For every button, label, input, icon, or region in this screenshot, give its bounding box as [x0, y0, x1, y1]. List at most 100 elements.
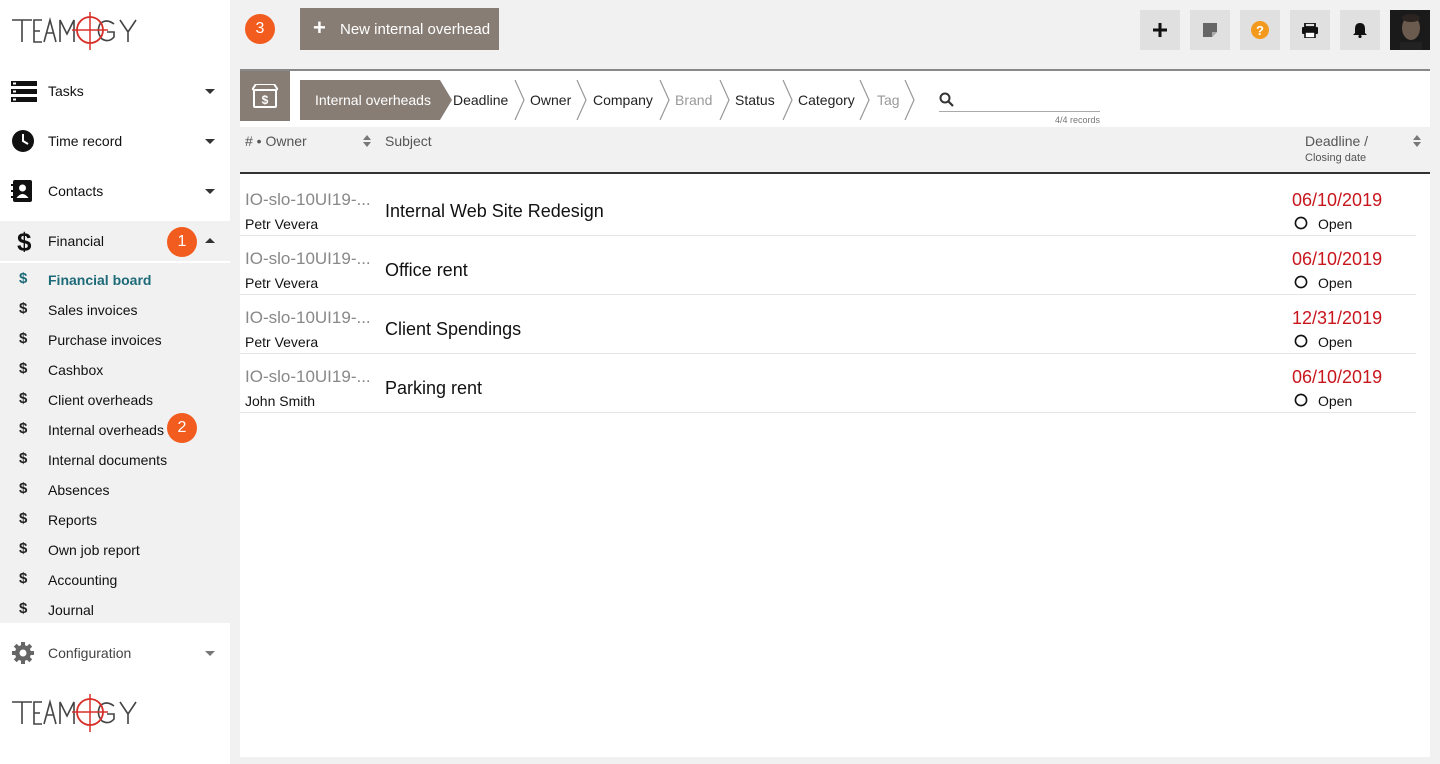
chevron-right-icon: [659, 80, 670, 120]
bell-icon: [1353, 23, 1367, 38]
dollar-icon: $: [19, 390, 28, 407]
sidebar-item-label: Financial: [48, 233, 105, 249]
sidebar-item-configuration[interactable]: Configuration: [0, 633, 230, 673]
new-button-label: New internal overhead: [340, 21, 491, 38]
chevron-down-icon: [205, 89, 215, 94]
notes-button[interactable]: [1190, 10, 1230, 50]
sidebar-subitem-own-job-report[interactable]: $ Own job report: [0, 534, 230, 564]
status-open-icon: [1294, 334, 1308, 348]
chevron-right-icon: [782, 80, 793, 120]
chevron-up-icon: [205, 238, 215, 243]
sidebar-item-label: Configuration: [48, 645, 132, 661]
crumb-tag[interactable]: Tag: [877, 80, 900, 120]
crumb-deadline[interactable]: Deadline: [453, 80, 508, 120]
module-box-icon: $: [240, 71, 290, 121]
chevron-right-icon: [904, 80, 915, 120]
help-icon: ?: [1251, 21, 1269, 39]
chevron-down-icon: [205, 139, 215, 144]
help-button[interactable]: ?: [1240, 10, 1280, 50]
row-code: IO-slo-10UI19-...: [245, 308, 371, 327]
svg-text:$: $: [262, 93, 269, 107]
dollar-icon: $: [19, 480, 28, 497]
sidebar-subitem-label: Internal documents: [48, 452, 168, 468]
sidebar-subitem-journal[interactable]: $ Journal: [0, 594, 230, 624]
step-badge-2: 2: [167, 413, 197, 443]
sort-icon[interactable]: [1413, 135, 1421, 147]
print-icon: [1302, 22, 1318, 38]
sidebar-subitem-client-overheads[interactable]: $ Client overheads: [0, 384, 230, 414]
money-box-icon: $: [252, 84, 278, 108]
sidebar-subitem-label: Reports: [48, 512, 98, 528]
contacts-icon: [11, 180, 32, 202]
row-owner: Petr Vevera: [245, 334, 319, 350]
notifications-button[interactable]: [1340, 10, 1380, 50]
sidebar-subitem-sales-invoices[interactable]: $ Sales invoices: [0, 294, 230, 324]
sidebar-subitem-absences[interactable]: $ Absences: [0, 474, 230, 504]
sidebar-subitem-cashbox[interactable]: $ Cashbox: [0, 354, 230, 384]
chevron-right-icon: [440, 80, 452, 120]
sidebar-subitem-label: Absences: [48, 482, 110, 498]
row-status: Open: [1318, 216, 1353, 232]
table-row[interactable]: IO-slo-10UI19-... Petr Vevera Client Spe…: [240, 295, 1416, 354]
row-status: Open: [1318, 393, 1353, 409]
sidebar-subitem-internal-documents[interactable]: $ Internal documents: [0, 444, 230, 474]
search-input[interactable]: [939, 90, 1100, 112]
sidebar-subitem-label: Client overheads: [48, 392, 154, 408]
table-row[interactable]: IO-slo-10UI19-... John Smith Parking ren…: [240, 354, 1416, 413]
sidebar-subitem-purchase-invoices[interactable]: $ Purchase invoices: [0, 324, 230, 354]
sidebar-subitem-financial-board[interactable]: $ Financial board: [0, 264, 230, 294]
crumb-brand[interactable]: Brand: [675, 80, 712, 120]
column-header-deadline[interactable]: Deadline /: [1305, 133, 1368, 149]
print-button[interactable]: [1290, 10, 1330, 50]
sidebar-subitem-label: Financial board: [48, 272, 152, 288]
teamogy-logo-footer: [12, 694, 137, 732]
table-header: # • Owner Subject Deadline / Closing dat…: [240, 127, 1430, 174]
status-open-icon: [1294, 216, 1308, 230]
crumb-internal-overheads[interactable]: Internal overheads: [300, 80, 440, 120]
sidebar-item-label: Contacts: [48, 183, 104, 199]
row-status: Open: [1318, 334, 1353, 350]
tasks-icon: [11, 81, 37, 102]
row-code: IO-slo-10UI19-...: [245, 367, 371, 386]
row-deadline: 06/10/2019: [1292, 367, 1383, 387]
user-avatar[interactable]: [1390, 10, 1430, 50]
crumb-company[interactable]: Company: [593, 80, 653, 120]
crumb-owner[interactable]: Owner: [530, 80, 571, 120]
sidebar-subitem-label: Sales invoices: [48, 302, 138, 318]
status-open-icon: [1294, 275, 1308, 289]
table-row[interactable]: IO-slo-10UI19-... Petr Vevera Office ren…: [240, 236, 1416, 295]
sidebar-item-contacts[interactable]: Contacts: [0, 171, 230, 211]
column-header-owner[interactable]: # • Owner: [245, 133, 307, 149]
quick-add-button[interactable]: [1140, 10, 1180, 50]
plus-icon: [1153, 23, 1167, 37]
sidebar-subitem-reports[interactable]: $ Reports: [0, 504, 230, 534]
row-subject: Office rent: [385, 260, 468, 280]
dollar-icon: $: [19, 450, 28, 467]
crumb-status[interactable]: Status: [735, 80, 775, 120]
sidebar-subitem-label: Own job report: [48, 542, 140, 558]
sort-icon[interactable]: [363, 135, 371, 147]
sidebar-item-time-record[interactable]: Time record: [0, 121, 230, 161]
sidebar-item-label: Time record: [48, 133, 123, 149]
teamogy-logo[interactable]: [10, 8, 160, 58]
svg-text:?: ?: [1256, 23, 1264, 38]
table-row[interactable]: IO-slo-10UI19-... Petr Vevera Internal W…: [240, 177, 1416, 236]
crumb-category[interactable]: Category: [798, 80, 855, 120]
chevron-down-icon: [205, 189, 215, 194]
sidebar-item-tasks[interactable]: Tasks: [0, 71, 230, 111]
step-badge-3: 3: [245, 14, 275, 44]
dollar-icon: $: [19, 600, 28, 617]
sidebar-subitem-accounting[interactable]: $ Accounting: [0, 564, 230, 594]
financial-submenu: $ Financial board $ Sales invoices $ Pur…: [0, 263, 230, 623]
sidebar-subitem-label: Internal overheads: [48, 422, 164, 438]
dollar-icon: $: [19, 570, 28, 587]
gear-icon: [12, 642, 34, 664]
note-icon: [1203, 23, 1217, 37]
filter-bar: $ Internal overheads Deadline Owner Comp…: [240, 71, 1430, 127]
row-deadline: 12/31/2019: [1292, 308, 1383, 328]
main-panel: $ Internal overheads Deadline Owner Comp…: [240, 69, 1430, 757]
new-internal-overhead-button[interactable]: + New internal overhead: [300, 8, 499, 50]
dollar-icon: $: [19, 540, 28, 557]
column-header-subject[interactable]: Subject: [385, 133, 432, 149]
row-code: IO-slo-10UI19-...: [245, 249, 371, 268]
